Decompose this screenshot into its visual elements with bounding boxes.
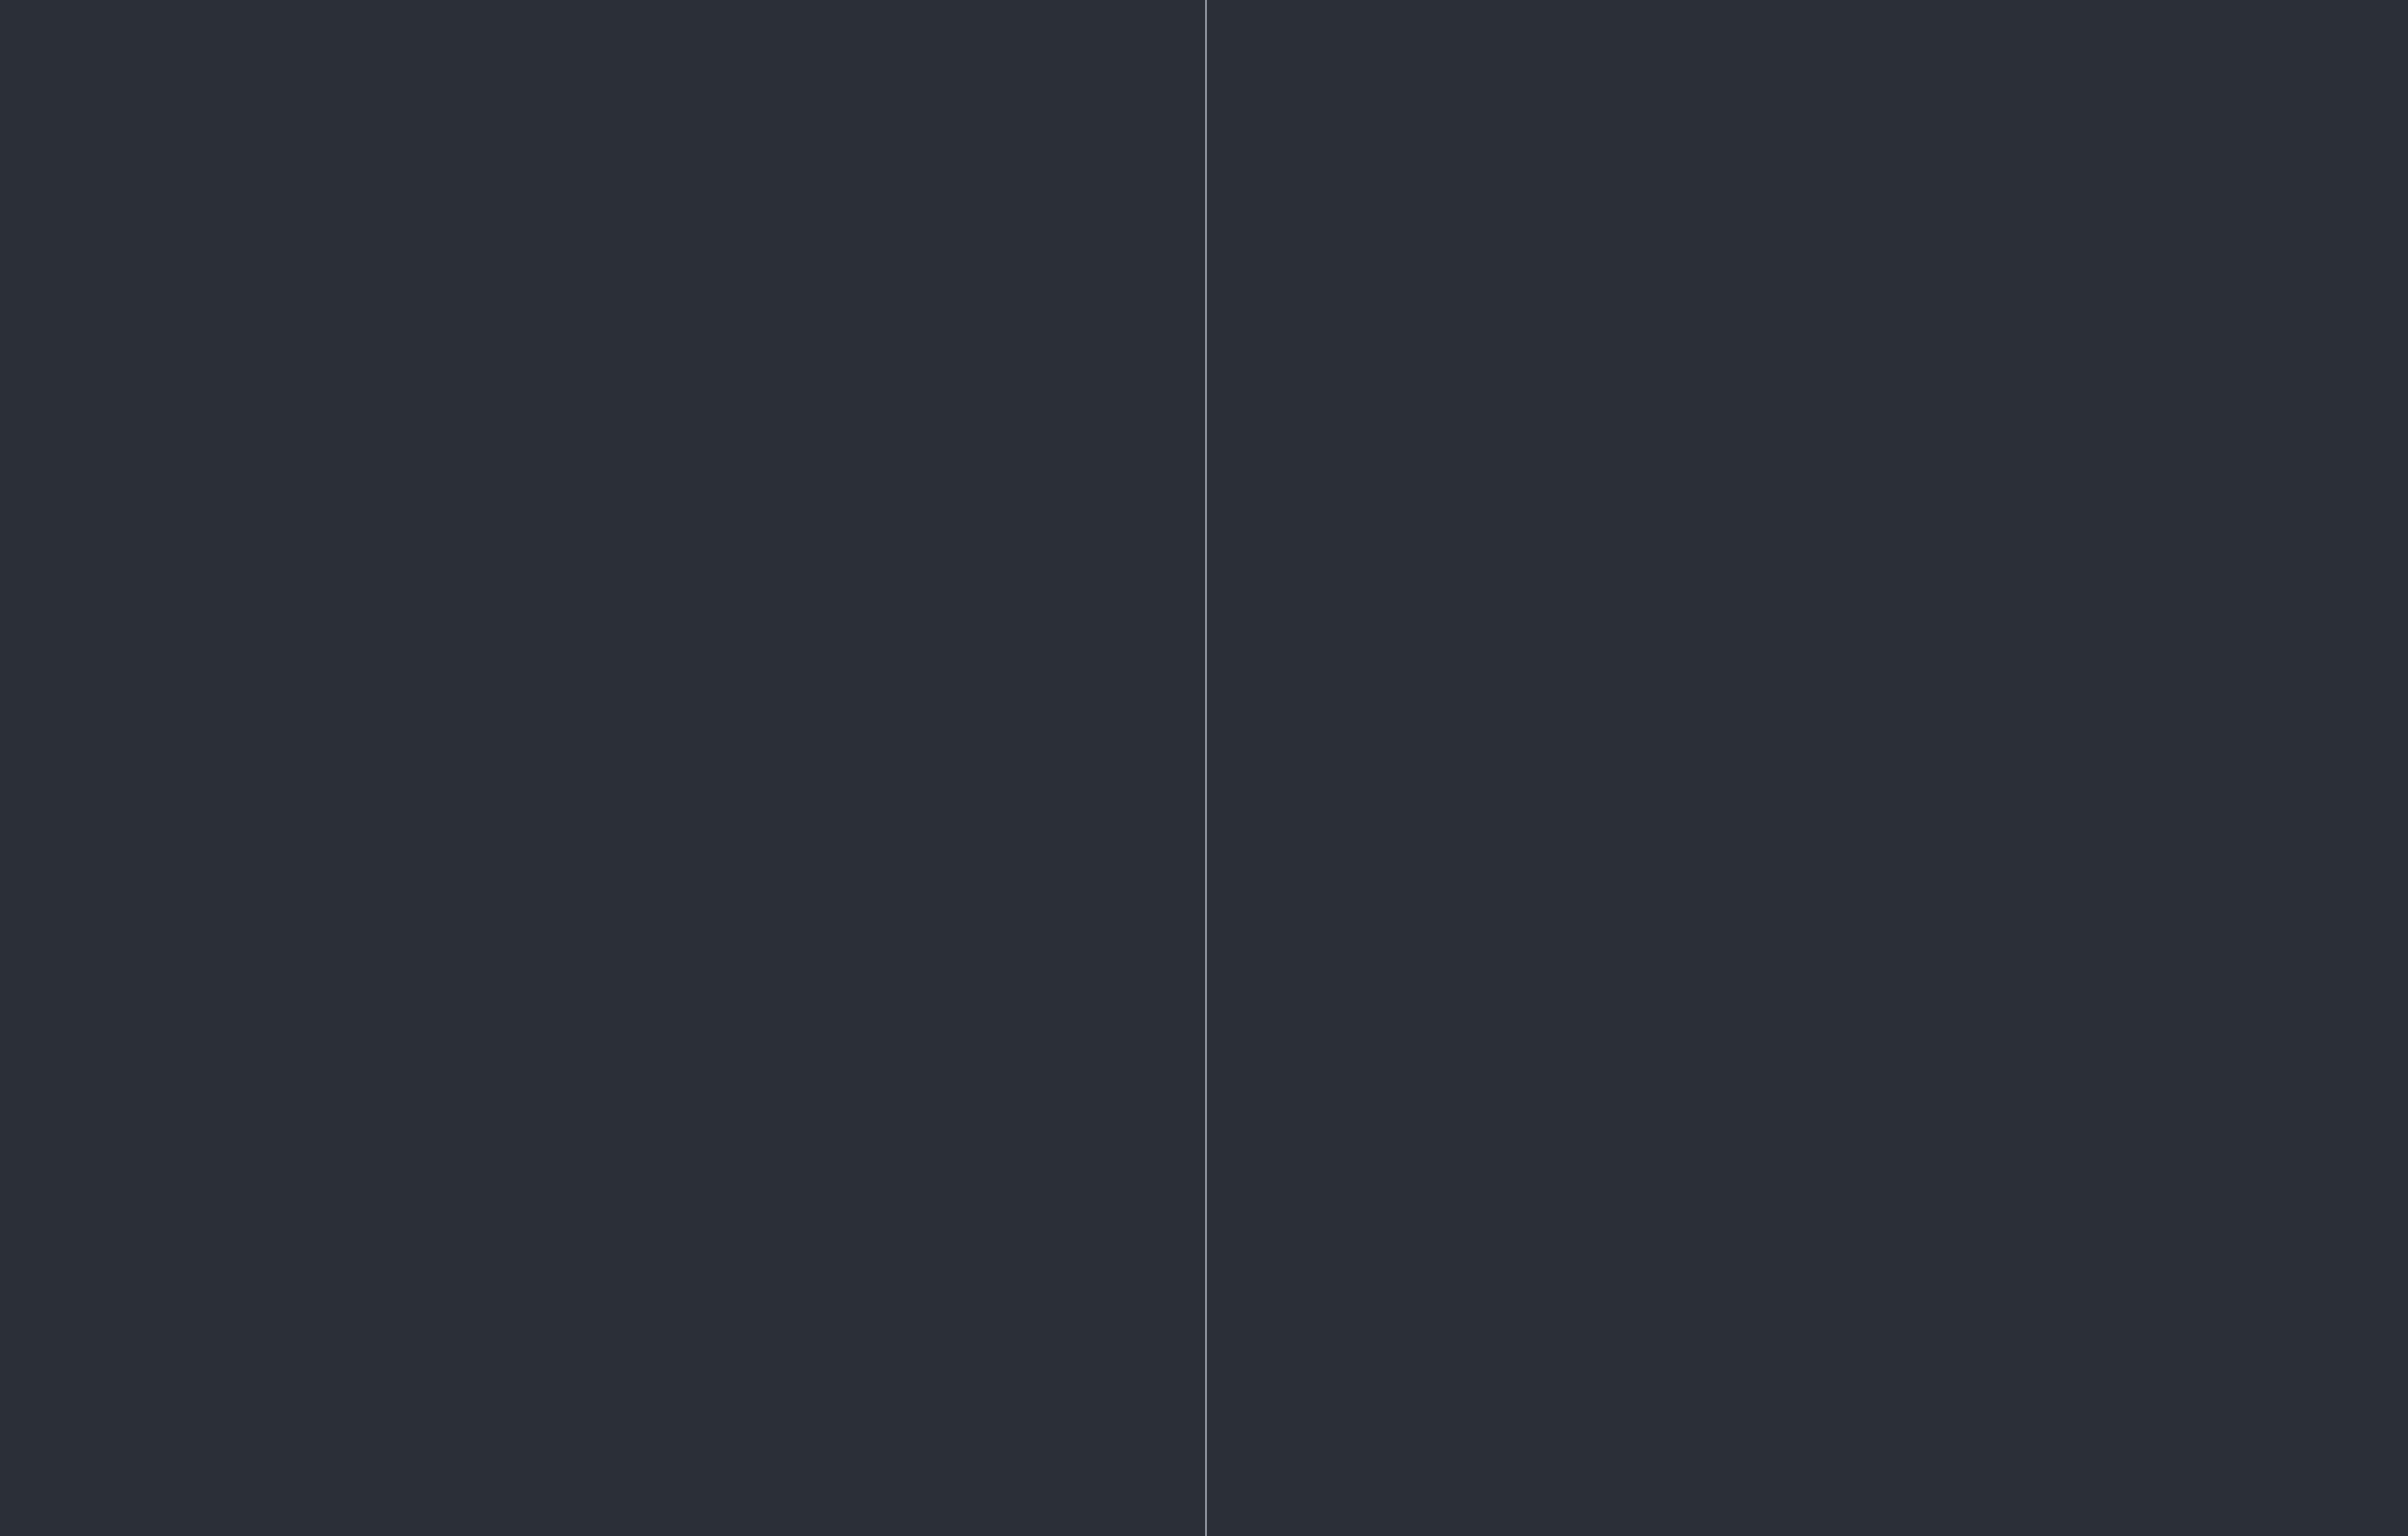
editor-group-sash[interactable]	[1205, 0, 1207, 1536]
editor-pane-timestamp	[1207, 0, 2408, 657]
editor-pane-server	[1207, 657, 2408, 1536]
editor-pane-arduino	[0, 657, 1205, 1536]
vscode-window	[0, 0, 2408, 1536]
editor-pane-ffmpeg	[0, 0, 1205, 657]
